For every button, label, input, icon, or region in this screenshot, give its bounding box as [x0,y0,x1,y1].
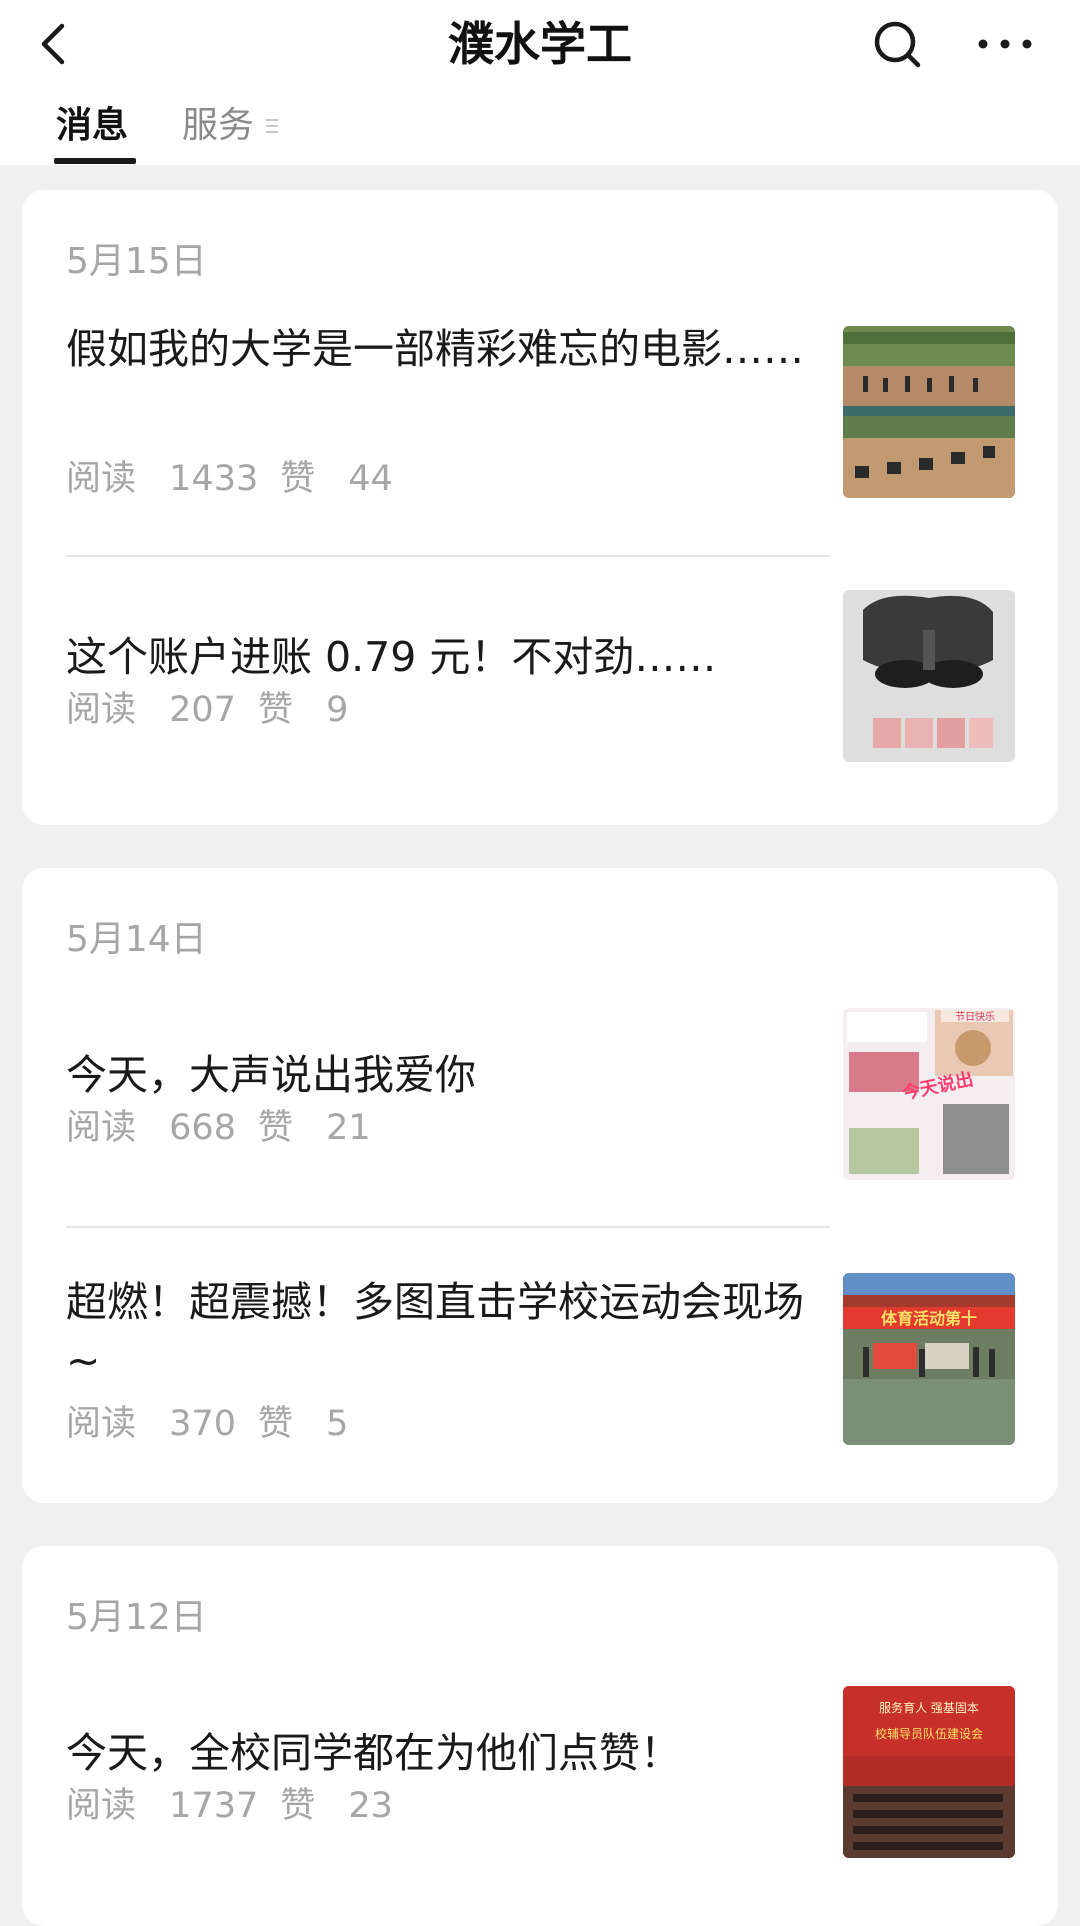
group-date: 5月12日 [66,1597,207,1638]
more-icon [978,39,1032,49]
article-title: 今天，全校同学都在为他们点赞！ [66,1729,681,1777]
tab-services[interactable]: 服务 [182,102,254,150]
article-item[interactable]: 这个账户进账 0.79 元！不对劲…… 阅读 207 赞 9 [22,590,1058,770]
article-thumbnail [843,590,1015,762]
search-button[interactable] [868,14,928,74]
sports-meet-image: 体育活动第十 [843,1273,1015,1445]
article-stats: 阅读 207 赞 9 [66,687,348,733]
nav-row: 濮水学工 [0,0,1080,90]
article-title: 超燃！超震撼！多图直击学校运动会现场 ~ [66,1278,804,1385]
article-item[interactable]: 超燃！超震撼！多图直击学校运动会现场 ~ 阅读 370 赞 5 体育活动第十 [22,1273,1058,1473]
group-date: 5月14日 [66,919,207,960]
article-stats: 阅读 1737 赞 23 [66,1783,393,1829]
group-date: 5月15日 [66,241,207,282]
date-group-card: 5月14日 今天，大声说出我爱你 阅读 668 赞 21 节日快乐 今天说出 超燃… [22,868,1058,1503]
like-count: 赞 44 [280,459,393,499]
love-collage-image: 节日快乐 今天说出 [843,1008,1015,1180]
read-count: 阅读 668 [66,1108,236,1148]
tab-messages[interactable]: 消息 [56,102,128,150]
conference-image: 服务育人 强基固本 校辅导员队伍建设会 [843,1686,1015,1858]
thumb-banner-text: 服务育人 强基固本 [879,1700,979,1715]
thumb-subtitle-text: 校辅导员队伍建设会 [875,1726,983,1741]
article-thumbnail: 体育活动第十 [843,1273,1015,1445]
article-title: 今天，大声说出我爱你 [66,1051,476,1099]
article-thumbnail: 服务育人 强基固本 校辅导员队伍建设会 [843,1686,1015,1858]
tab-menu-icon[interactable] [264,116,282,136]
more-button[interactable] [972,14,1038,74]
like-count: 赞 21 [257,1108,371,1148]
article-divider [66,1226,830,1228]
read-count: 阅读 207 [66,690,236,730]
thumb-banner-text: 体育活动第十 [881,1309,977,1328]
tab-bar: 消息 服务 [0,96,1080,165]
top-bar: 濮水学工 消息 服务 [0,0,1080,165]
article-thumbnail [843,326,1015,498]
article-stats: 阅读 370 赞 5 [66,1401,348,1447]
read-count: 阅读 370 [66,1404,236,1444]
article-stats: 阅读 1433 赞 44 [66,456,393,502]
track-photo-image [843,326,1015,498]
like-count: 赞 5 [257,1404,349,1444]
cash-photo-image [843,590,1015,762]
like-count: 赞 23 [280,1786,393,1826]
date-group-card: 5月12日 今天，全校同学都在为他们点赞！ 阅读 1737 赞 23 服务育人 强… [22,1546,1058,1926]
read-count: 阅读 1433 [66,459,259,499]
article-divider [66,555,830,557]
article-thumbnail: 节日快乐 今天说出 [843,1008,1015,1180]
article-item[interactable]: 今天，全校同学都在为他们点赞！ 阅读 1737 赞 23 服务育人 强基固本 校辅… [22,1686,1058,1886]
thumb-banner-text: 节日快乐 [955,1011,995,1023]
article-stats: 阅读 668 赞 21 [66,1105,371,1151]
active-tab-indicator [54,158,136,164]
article-title: 假如我的大学是一部精彩难忘的电影…… [66,325,804,373]
article-title: 这个账户进账 0.79 元！不对劲…… [66,633,717,681]
article-item[interactable]: 今天，大声说出我爱你 阅读 668 赞 21 节日快乐 今天说出 [22,1008,1058,1188]
like-count: 赞 9 [257,690,349,730]
article-item[interactable]: 假如我的大学是一部精彩难忘的电影…… 阅读 1433 赞 44 [22,320,1058,540]
search-icon [874,21,921,68]
read-count: 阅读 1737 [66,1786,259,1826]
date-group-card: 5月15日 假如我的大学是一部精彩难忘的电影…… 阅读 1433 赞 44 这个… [22,190,1058,825]
